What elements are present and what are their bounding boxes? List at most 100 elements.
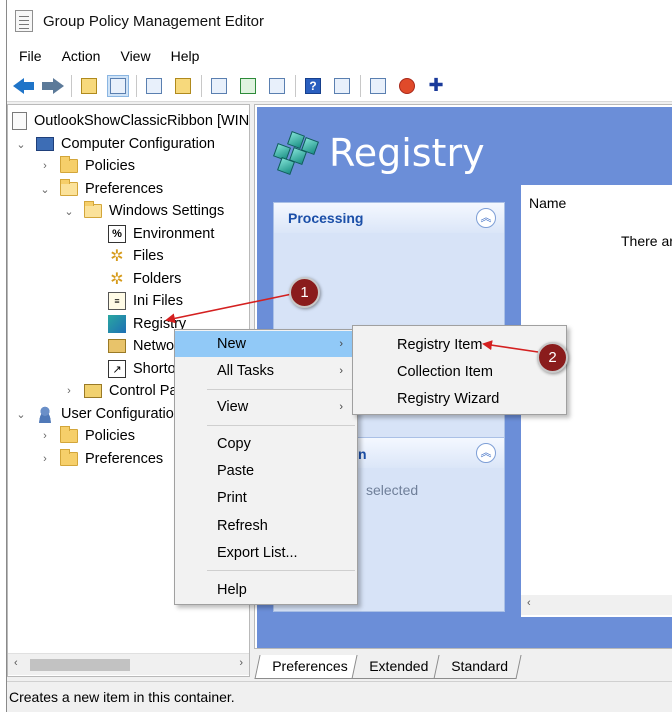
submenu-arrow-icon: › (339, 401, 343, 413)
processing-header: Processing (274, 203, 504, 233)
menu-action[interactable]: Action (62, 48, 101, 64)
refresh-button[interactable] (237, 75, 259, 97)
chevron-right-icon[interactable]: › (38, 453, 52, 465)
computer-icon (36, 137, 54, 151)
tree-label: Environment (133, 226, 215, 242)
back-button[interactable] (13, 75, 35, 97)
forward-button[interactable] (42, 75, 64, 97)
help-button[interactable]: ? (302, 75, 324, 97)
context-menu-print[interactable]: Print (175, 485, 357, 511)
tree-item-registry[interactable]: Registry (86, 313, 186, 335)
context-menu-view[interactable]: View › (175, 394, 357, 420)
context-menu-help[interactable]: Help (175, 577, 357, 603)
environment-icon: % (108, 225, 126, 243)
chevron-down-icon[interactable]: ⌄ (14, 138, 28, 151)
tree-item-preferences[interactable]: ⌄ Preferences (38, 178, 163, 200)
menu-file[interactable]: File (19, 48, 42, 64)
scroll-right-icon[interactable]: › (239, 657, 243, 669)
properties-button[interactable] (367, 75, 389, 97)
toolbar-separator (71, 74, 72, 97)
chevron-right-icon[interactable]: › (38, 160, 52, 172)
title-bar[interactable]: Group Policy Management Editor (7, 0, 672, 42)
tree-item-environment[interactable]: % Environment (86, 223, 214, 245)
chevron-down-icon[interactable]: ⌄ (14, 408, 28, 421)
add-button[interactable]: ✚ (425, 75, 447, 97)
tree-item-ini-files[interactable]: ≡ Ini Files (86, 290, 183, 312)
tree-item-folders[interactable]: ✲ Folders (86, 268, 181, 290)
submenu-arrow-icon: › (339, 338, 343, 350)
export-list-button[interactable] (266, 75, 288, 97)
open-folder-icon (60, 179, 78, 196)
tree-label: Windows Settings (109, 203, 225, 219)
submenu-registry-item[interactable]: Registry Item (353, 331, 566, 358)
chevron-down-icon[interactable]: ⌄ (62, 205, 76, 218)
tree-item-computer-configuration[interactable]: ⌄ Computer Configuration (14, 133, 215, 155)
menu-view[interactable]: View (120, 48, 150, 64)
delete-button[interactable] (396, 75, 418, 97)
menu-bar: File Action View Help (7, 42, 672, 70)
context-menu-export-list[interactable]: Export List... (175, 540, 357, 566)
menu-item-label: All Tasks (217, 363, 274, 379)
tab-extended[interactable]: Extended (351, 655, 443, 679)
tree-item-windows-settings[interactable]: ⌄ Windows Settings (62, 200, 224, 222)
paste-button[interactable] (172, 75, 194, 97)
tab-label: Standard (450, 658, 508, 674)
context-menu-copy[interactable]: Copy (175, 431, 357, 457)
tree-item-root[interactable]: OutlookShowClassicRibbon [WIN (12, 110, 249, 132)
chevron-right-icon[interactable]: › (38, 430, 52, 442)
extension-title: Registry (329, 131, 485, 175)
tree-item-user-configuration[interactable]: ⌄ User Configuratio (14, 403, 174, 425)
print-button[interactable] (208, 75, 230, 97)
show-hide-action-pane-button[interactable] (331, 75, 353, 97)
tab-standard[interactable]: Standard (433, 655, 522, 679)
tree-item-control-panel[interactable]: › Control Pa (62, 380, 177, 402)
submenu-collection-item[interactable]: Collection Item (353, 358, 566, 385)
tree-item-shortcuts[interactable]: ↗ Shorto (86, 358, 176, 380)
view-tabs: Preferences Extended Standard (254, 655, 522, 679)
tree-label: Policies (85, 158, 135, 174)
new-submenu: Registry Item Collection Item Registry W… (352, 325, 567, 415)
gpo-document-icon (12, 112, 27, 130)
status-bar: Creates a new item in this container. (7, 681, 672, 712)
chevron-down-icon[interactable]: ⌄ (38, 183, 52, 196)
tree-item-policies[interactable]: › Policies (38, 155, 135, 177)
context-menu-new[interactable]: New › (175, 331, 357, 357)
tree-label: Shorto (133, 361, 176, 377)
scroll-left-icon[interactable]: ‹ (14, 657, 18, 669)
chevron-right-icon[interactable]: › (62, 385, 76, 397)
menu-item-label: Collection Item (397, 363, 493, 380)
collapse-up-icon[interactable]: ︽ (476, 208, 496, 228)
registry-cubes-icon (269, 125, 319, 175)
column-header-name[interactable]: Name (529, 195, 566, 211)
console-tree-icon (110, 77, 126, 94)
tree-item-files[interactable]: ✲ Files (86, 245, 163, 267)
context-menu-all-tasks[interactable]: All Tasks › (175, 358, 357, 384)
scrollbar-thumb[interactable] (30, 659, 130, 671)
context-menu-paste[interactable]: Paste (175, 458, 357, 484)
action-pane-icon (334, 77, 350, 94)
up-level-button[interactable] (78, 75, 100, 97)
tree-item-network-shares[interactable]: Netwo (86, 335, 174, 357)
submenu-registry-wizard[interactable]: Registry Wizard (353, 385, 566, 412)
menu-item-label: Refresh (217, 518, 268, 534)
status-text: Creates a new item in this container. (9, 689, 235, 705)
tree-label: OutlookShowClassicRibbon [WIN (34, 113, 250, 129)
scroll-left-icon[interactable]: ‹ (527, 597, 531, 609)
context-menu-refresh[interactable]: Refresh (175, 513, 357, 539)
description-text: selected (366, 482, 419, 498)
menu-help[interactable]: Help (171, 48, 200, 64)
tab-preferences[interactable]: Preferences (254, 655, 362, 679)
callout-number: 1 (300, 284, 309, 301)
copy-button[interactable] (143, 75, 165, 97)
menu-item-label: Help (217, 582, 247, 598)
menu-item-label: Print (217, 490, 247, 506)
show-hide-tree-button[interactable] (107, 74, 129, 97)
folder-icon (60, 156, 78, 173)
gpo-editor-icon (15, 10, 33, 32)
user-icon (36, 405, 54, 423)
tree-horizontal-scrollbar[interactable]: ‹ › (8, 653, 249, 675)
collapse-up-icon[interactable]: ︽ (476, 443, 496, 463)
tree-item-user-preferences[interactable]: › Preferences (38, 448, 163, 470)
list-horizontal-scrollbar[interactable]: ‹ (521, 595, 672, 615)
tree-item-user-policies[interactable]: › Policies (38, 425, 135, 447)
